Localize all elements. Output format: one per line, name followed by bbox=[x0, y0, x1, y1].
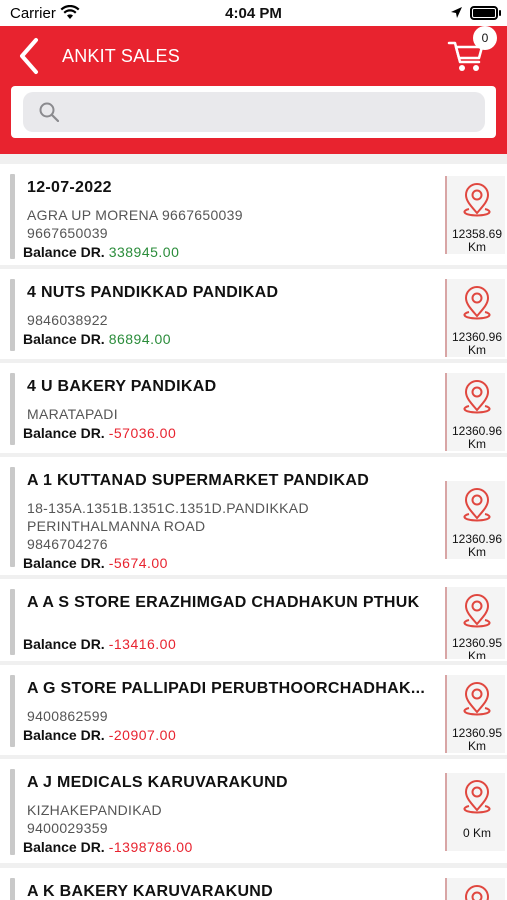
card-accent-bar bbox=[10, 589, 15, 655]
balance-row: Balance DR. -5674.00 bbox=[23, 555, 168, 571]
customer-card[interactable]: A J MEDICALS KARUVARAKUND KIZHAKEPANDIKA… bbox=[0, 759, 507, 863]
back-button[interactable] bbox=[16, 36, 52, 76]
balance-label: Balance DR. bbox=[23, 727, 105, 743]
map-location-button[interactable]: 12360.96 Km bbox=[445, 481, 505, 559]
customer-card[interactable]: A K BAKERY KARUVARAKUND bbox=[0, 868, 507, 900]
customer-address: AGRA UP MORENA 9667650039 9667650039 bbox=[27, 207, 243, 241]
customer-name: 4 NUTS PANDIKKAD PANDIKAD bbox=[27, 284, 279, 301]
map-pin-icon bbox=[463, 594, 491, 628]
balance-amount: -13416.00 bbox=[108, 636, 177, 652]
page-title: ANKIT SALES bbox=[62, 46, 180, 66]
balance-label: Balance DR. bbox=[23, 839, 105, 855]
customer-address: 18-135A.1351B.1351C.1351D.PANDIKKAD PERI… bbox=[27, 500, 309, 552]
balance-row: Balance DR. -20907.00 bbox=[23, 727, 176, 743]
balance-row: Balance DR. -57036.00 bbox=[23, 425, 176, 441]
balance-row: Balance DR. 86894.00 bbox=[23, 331, 171, 347]
balance-amount: -20907.00 bbox=[108, 727, 177, 743]
balance-amount: -1398786.00 bbox=[108, 839, 193, 855]
customer-name: 4 U BAKERY PANDIKAD bbox=[27, 378, 217, 395]
map-location-button[interactable]: 12360.96 Km bbox=[445, 373, 505, 451]
chevron-left-icon bbox=[20, 38, 38, 74]
card-accent-bar bbox=[10, 467, 15, 567]
card-accent-bar bbox=[10, 373, 15, 445]
status-bar: Carrier 4:04 PM bbox=[0, 0, 507, 26]
customer-name: A J MEDICALS KARUVARAKUND bbox=[27, 774, 288, 791]
map-location-button[interactable]: 12358.69 Km bbox=[445, 176, 505, 254]
search-input[interactable] bbox=[71, 98, 471, 126]
distance-label: 12358.69 Km bbox=[451, 227, 503, 254]
map-location-button[interactable]: 12360.95 Km bbox=[445, 675, 505, 753]
customer-name: A G STORE PALLIPADI PERUBTHOORCHADHAK... bbox=[27, 680, 426, 697]
card-accent-bar bbox=[10, 279, 15, 351]
search-icon bbox=[39, 102, 60, 127]
card-accent-bar bbox=[10, 675, 15, 747]
location-arrow-icon bbox=[450, 6, 463, 24]
balance-label: Balance DR. bbox=[23, 636, 105, 652]
customer-card[interactable]: 4 U BAKERY PANDIKAD MARATAPADI Balance D… bbox=[0, 363, 507, 453]
customer-name: 12-07-2022 bbox=[27, 179, 112, 196]
customer-address: KIZHAKEPANDIKAD 9400029359 bbox=[27, 802, 162, 836]
card-accent-bar bbox=[10, 878, 15, 900]
map-pin-icon bbox=[463, 682, 491, 716]
balance-amount: -57036.00 bbox=[108, 425, 177, 441]
balance-amount: 338945.00 bbox=[108, 244, 180, 260]
map-pin-icon bbox=[464, 885, 490, 900]
card-accent-bar bbox=[10, 769, 15, 855]
customer-address: 9400862599 bbox=[27, 708, 108, 724]
map-pin-icon bbox=[463, 488, 491, 522]
map-location-button[interactable]: 12360.95 Km bbox=[445, 587, 505, 659]
balance-amount: -5674.00 bbox=[108, 555, 168, 571]
card-accent-bar bbox=[10, 174, 15, 259]
map-pin-icon bbox=[463, 380, 491, 414]
cart-count-badge: 0 bbox=[473, 26, 497, 50]
map-location-button[interactable]: 0 Km bbox=[445, 773, 505, 851]
distance-label: 12360.96 Km bbox=[451, 330, 503, 357]
balance-row: Balance DR. -13416.00 bbox=[23, 636, 176, 652]
battery-icon bbox=[470, 6, 498, 20]
balance-label: Balance DR. bbox=[23, 331, 105, 347]
customer-card[interactable]: A A S STORE ERAZHIMGAD CHADHAKUN PTHUK B… bbox=[0, 579, 507, 661]
map-pin-icon bbox=[463, 183, 491, 217]
balance-label: Balance DR. bbox=[23, 244, 105, 260]
customer-name: A A S STORE ERAZHIMGAD CHADHAKUN PTHUK bbox=[27, 594, 420, 611]
customer-address: 9846038922 bbox=[27, 312, 108, 328]
customer-card[interactable]: 4 NUTS PANDIKKAD PANDIKAD 9846038922 Bal… bbox=[0, 269, 507, 359]
balance-label: Balance DR. bbox=[23, 425, 105, 441]
distance-label: 12360.96 Km bbox=[451, 424, 503, 451]
balance-row: Balance DR. 338945.00 bbox=[23, 244, 179, 260]
distance-label: 12360.96 Km bbox=[451, 532, 503, 559]
customer-name: A K BAKERY KARUVARAKUND bbox=[27, 883, 274, 900]
app-header: ANKIT SALES 0 bbox=[0, 26, 507, 154]
map-location-button[interactable]: 12360.96 Km bbox=[445, 279, 505, 357]
battery-tip bbox=[499, 10, 501, 16]
customer-card[interactable]: A 1 KUTTANAD SUPERMARKET PANDIKAD 18-135… bbox=[0, 457, 507, 575]
balance-amount: 86894.00 bbox=[108, 331, 172, 347]
customer-name: A 1 KUTTANAD SUPERMARKET PANDIKAD bbox=[27, 472, 370, 489]
map-pin-icon bbox=[463, 780, 491, 814]
distance-label: 12360.95 Km bbox=[451, 726, 503, 753]
distance-label: 0 Km bbox=[462, 826, 491, 840]
map-location-button[interactable] bbox=[445, 878, 505, 900]
map-pin-icon bbox=[463, 286, 491, 320]
customer-list[interactable]: 12-07-2022 AGRA UP MORENA 9667650039 966… bbox=[0, 154, 507, 900]
balance-row: Balance DR. -1398786.00 bbox=[23, 839, 193, 855]
search-container bbox=[11, 86, 496, 138]
distance-label: 12360.95 Km bbox=[451, 636, 503, 660]
customer-card[interactable]: A G STORE PALLIPADI PERUBTHOORCHADHAK...… bbox=[0, 665, 507, 755]
customer-card[interactable]: 12-07-2022 AGRA UP MORENA 9667650039 966… bbox=[0, 164, 507, 265]
search-bar[interactable] bbox=[23, 92, 485, 132]
balance-label: Balance DR. bbox=[23, 555, 105, 571]
clock: 4:04 PM bbox=[225, 5, 282, 22]
customer-address: MARATAPADI bbox=[27, 406, 118, 422]
